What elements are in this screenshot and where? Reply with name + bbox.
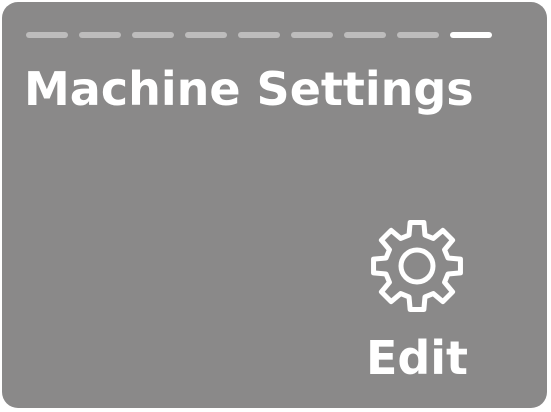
page-indicator-segment: [132, 32, 174, 38]
page-indicator-segment: [79, 32, 121, 38]
page-indicator-segment: [26, 32, 68, 38]
page-indicator-segment: [344, 32, 386, 38]
page-indicator: [26, 32, 492, 38]
page-indicator-segment: [291, 32, 333, 38]
page-indicator-segment: [450, 32, 492, 38]
edit-button[interactable]: Edit: [358, 212, 478, 392]
edit-label: Edit: [365, 331, 469, 385]
gear-icon: [371, 220, 463, 312]
machine-settings-screen: Machine Settings Edit: [2, 2, 547, 408]
page-indicator-segment: [185, 32, 227, 38]
page-indicator-segment: [238, 32, 280, 38]
page-indicator-segment: [397, 32, 439, 38]
page-title: Machine Settings: [24, 62, 474, 116]
